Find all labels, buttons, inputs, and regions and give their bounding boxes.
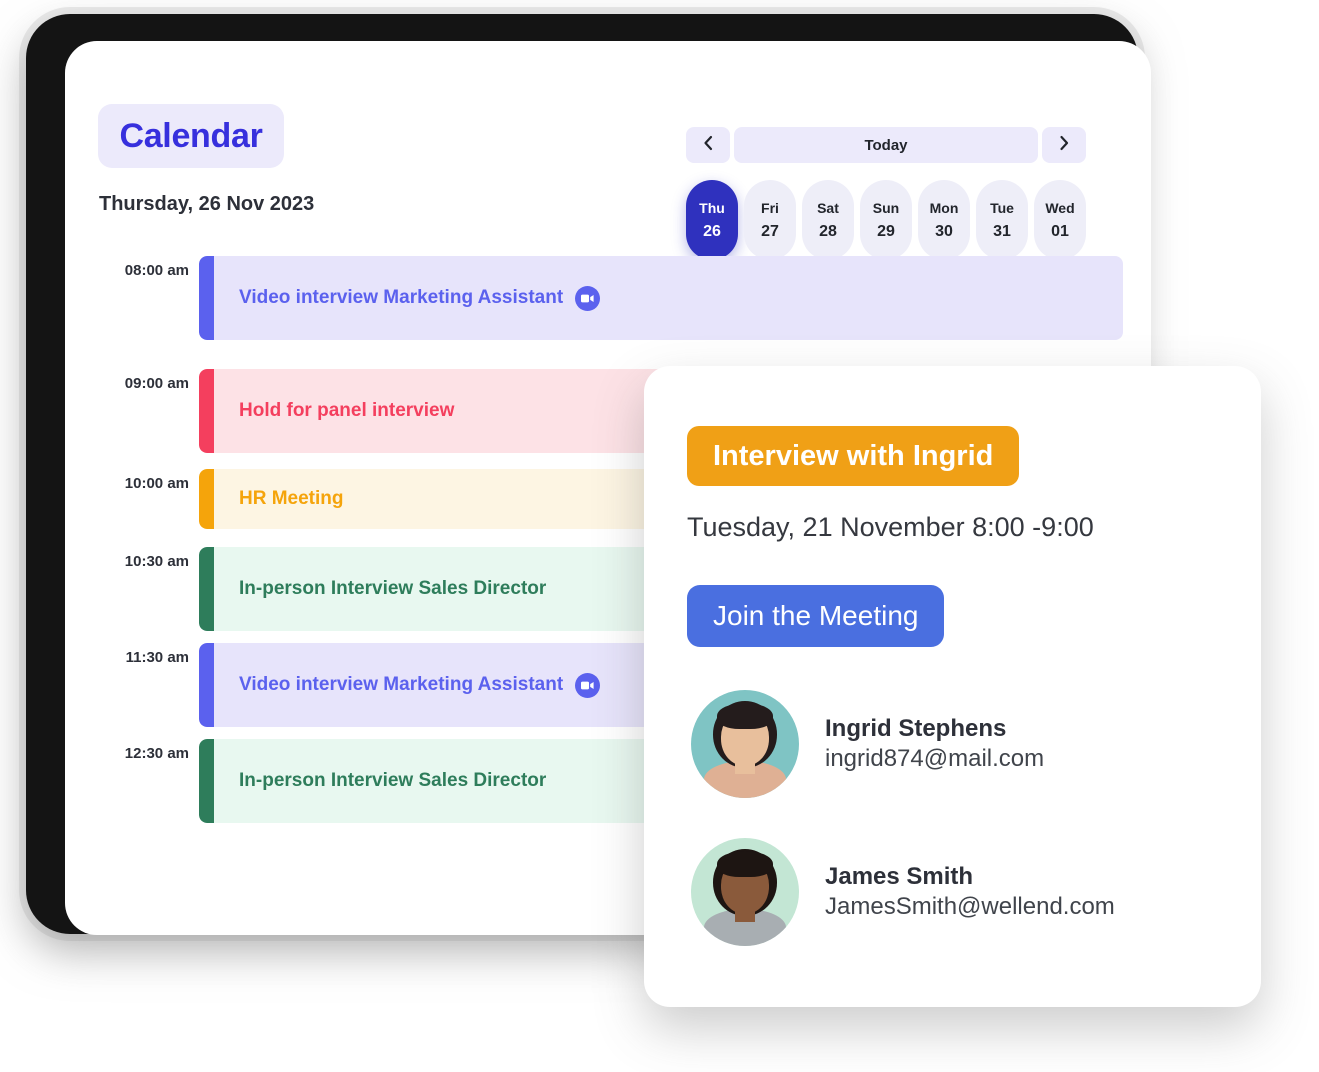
day-selector: Thu 26 Fri 27 Sat 28 Sun 29 Mon 30 Tue 31 Wed 01 xyxy=(686,180,1086,260)
day-pill-mon[interactable]: Mon 30 xyxy=(918,180,970,260)
video-camera-icon[interactable] xyxy=(575,285,601,311)
screenshot-stage: Calendar Thursday, 26 Nov 2023 Today Thu… xyxy=(0,0,1319,1072)
day-pill-weekday: Tue xyxy=(990,199,1014,216)
day-pill-number: 28 xyxy=(819,222,837,240)
event-color-bar xyxy=(199,469,214,529)
time-label: 08:00 am xyxy=(124,262,189,279)
event-title-wrap: Video interview Marketing Assistant xyxy=(199,672,601,698)
schedule-row: 08:00 am Video interview Marketing Assist… xyxy=(98,256,1123,340)
day-pill-tue[interactable]: Tue 31 xyxy=(976,180,1028,260)
chevron-left-icon xyxy=(702,135,714,156)
event-title: In-person Interview Sales Director xyxy=(239,770,547,791)
day-pill-sat[interactable]: Sat 28 xyxy=(802,180,854,260)
day-pill-number: 01 xyxy=(1051,222,1069,240)
event-color-bar xyxy=(199,643,214,727)
day-pill-sun[interactable]: Sun 29 xyxy=(860,180,912,260)
day-pill-weekday: Fri xyxy=(761,199,779,216)
join-meeting-label: Join the Meeting xyxy=(713,600,919,631)
time-label: 11:30 am xyxy=(125,649,189,666)
avatar xyxy=(691,838,799,946)
day-pill-number: 26 xyxy=(703,222,721,240)
join-meeting-button[interactable]: Join the Meeting xyxy=(687,585,945,647)
day-pill-weekday: Thu xyxy=(699,199,725,216)
day-pill-wed[interactable]: Wed 01 xyxy=(1034,180,1086,260)
event-title: Video interview Marketing Assistant xyxy=(239,674,564,695)
day-pill-number: 27 xyxy=(761,222,779,240)
time-slot: 10:00 am xyxy=(98,469,199,492)
time-label: 12:30 am xyxy=(124,745,189,762)
time-label: 09:00 am xyxy=(124,375,189,392)
attendee-row[interactable]: Ingrid Stephens ingrid874@mail.com xyxy=(691,690,1044,798)
attendee-name: James Smith xyxy=(825,863,974,890)
day-pill-number: 29 xyxy=(877,222,895,240)
day-pill-weekday: Mon xyxy=(929,199,959,216)
attendee-email: ingrid874@mail.com xyxy=(825,745,1045,772)
attendee-row[interactable]: James Smith JamesSmith@wellend.com xyxy=(691,838,1115,946)
day-pill-weekday: Sun xyxy=(872,199,900,216)
day-pill-thu[interactable]: Thu 26 xyxy=(686,180,738,260)
day-pill-fri[interactable]: Fri 27 xyxy=(744,180,796,260)
event-detail-popup: Interview with Ingrid Tuesday, 21 Novemb… xyxy=(644,366,1261,1007)
video-camera-icon[interactable] xyxy=(575,672,601,698)
event-title: HR Meeting xyxy=(239,488,344,509)
time-label: 10:30 am xyxy=(124,553,189,570)
page-title: Calendar xyxy=(98,104,284,168)
time-slot: 11:30 am xyxy=(98,643,199,666)
current-date-label: Thursday, 26 Nov 2023 xyxy=(99,193,315,215)
event-color-bar xyxy=(199,256,214,340)
popup-title-label: Interview with Ingrid xyxy=(713,439,994,472)
next-day-button[interactable] xyxy=(1042,127,1086,163)
event-title-wrap: Video interview Marketing Assistant xyxy=(199,285,601,311)
popup-date-label: Tuesday, 21 November 8:00 -9:00 xyxy=(687,512,1094,542)
attendee-info: Ingrid Stephens ingrid874@mail.com xyxy=(825,714,1044,774)
event-title: Hold for panel interview xyxy=(239,400,455,421)
attendee-info: James Smith JamesSmith@wellend.com xyxy=(825,862,1115,922)
time-slot: 08:00 am xyxy=(98,256,199,279)
attendee-name: Ingrid Stephens xyxy=(825,715,1007,742)
calendar-event[interactable]: Video interview Marketing Assistant xyxy=(199,256,1123,340)
event-color-bar xyxy=(199,369,214,453)
popup-title-badge: Interview with Ingrid xyxy=(687,426,1020,486)
chevron-right-icon xyxy=(1058,135,1070,156)
event-title-wrap: In-person Interview Sales Director xyxy=(199,578,546,600)
avatar-neck xyxy=(735,754,755,775)
event-title-wrap: Hold for panel interview xyxy=(199,400,454,422)
time-slot: 09:00 am xyxy=(98,369,199,392)
time-slot: 10:30 am xyxy=(98,547,199,570)
event-title: Video interview Marketing Assistant xyxy=(239,287,564,308)
day-pill-weekday: Wed xyxy=(1045,199,1075,216)
event-title-wrap: HR Meeting xyxy=(199,488,344,510)
day-pill-weekday: Sat xyxy=(817,199,839,216)
avatar-fringe xyxy=(716,850,774,877)
today-label: Today xyxy=(864,136,908,154)
avatar xyxy=(691,690,799,798)
event-color-bar xyxy=(199,739,214,823)
time-label: 10:00 am xyxy=(124,475,189,492)
day-pill-number: 31 xyxy=(993,222,1011,240)
avatar-neck xyxy=(735,902,755,923)
page-title-label: Calendar xyxy=(119,116,263,155)
prev-day-button[interactable] xyxy=(686,127,730,163)
event-title: In-person Interview Sales Director xyxy=(239,578,547,599)
attendee-email: JamesSmith@wellend.com xyxy=(825,893,1115,920)
date-navigation: Today xyxy=(686,127,1086,163)
event-title-wrap: In-person Interview Sales Director xyxy=(199,770,546,792)
avatar-fringe xyxy=(716,702,774,729)
time-slot: 12:30 am xyxy=(98,739,199,762)
day-pill-number: 30 xyxy=(935,222,953,240)
today-button[interactable]: Today xyxy=(734,127,1038,163)
event-color-bar xyxy=(199,547,214,631)
